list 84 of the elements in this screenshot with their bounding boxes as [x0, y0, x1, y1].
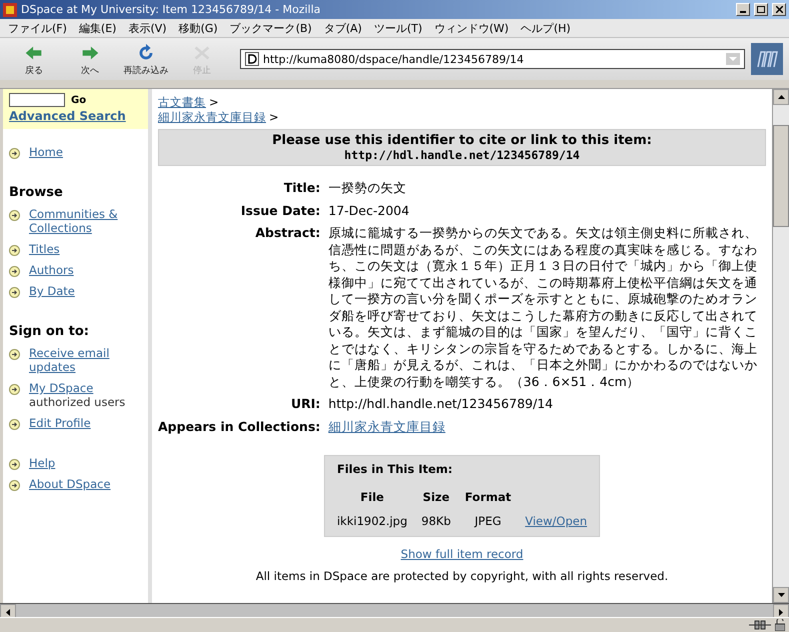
- sidebar-heading: Sign on to:: [9, 324, 90, 339]
- arrow-bullet-icon: [9, 245, 20, 256]
- maximize-button[interactable]: [754, 3, 768, 16]
- field-value: 一揆勢の矢文: [328, 180, 408, 196]
- handle-url: http://hdl.handle.net/123456789/14: [344, 148, 580, 162]
- menu-item[interactable]: ツール(T): [374, 20, 422, 36]
- field-value: 原城に籠城する一揆勢からの矢文である。矢文は領主側史料に所載され、信憑性に問題があるが、この矢文にはある程度の真実味を感じる。すなわち、この矢文は（寛永１５年）正月１３日の日付で「城内」から「御上使様御中」に宛てて出されているが、この時期幕府上使松平信綱は矢文を通して一揆方の言い分を聞くポーズを示すとともに、原城砲撃のためオランダ船を呼び寄せており、矢文はこうした幕府方の動きに反応して出されている。矢文は、まず籠城の目的は「国家」を望んだり、「国守」に背くことではなく、キリシタンの宗旨を守るためであるとする。しかるに、海上に「唐船」が見えるが、これは、「日本之外聞」にかかわるのではないかと、上使衆の行動を嘲笑する。（36．6×51．4cm）: [328, 225, 758, 390]
- scroll-right-icon[interactable]: [779, 608, 783, 616]
- window-title: DSpace at My University: Item 123456789/14 - Mozilla: [21, 3, 322, 16]
- toolbar-button[interactable]: 再読み込み: [118, 42, 174, 76]
- breadcrumb-link[interactable]: 細川家永青文庫目録: [158, 110, 266, 125]
- column-header: Format: [464, 490, 512, 504]
- field-value: http://hdl.handle.net/123456789/14: [328, 396, 554, 412]
- menu-item[interactable]: ウィンドウ(W): [434, 20, 509, 36]
- page-icon: [245, 52, 259, 66]
- breadcrumb-separator: >: [209, 95, 219, 110]
- address-field[interactable]: http://kuma8080/dspace/handle/123456789/14: [240, 49, 745, 69]
- sidebar-link[interactable]: Communities & Collections: [29, 207, 148, 235]
- scroll-up-icon[interactable]: [778, 95, 784, 99]
- field-label: Issue Date:: [240, 202, 320, 219]
- toolbar-button[interactable]: 戻る: [6, 42, 62, 76]
- files-title: Files in This Item:: [336, 462, 454, 476]
- connection-icon: [749, 620, 771, 630]
- table-cell: ikki1902.jpg: [336, 514, 408, 528]
- view-open-link[interactable]: View/Open: [525, 514, 587, 528]
- field-label: URI:: [290, 396, 320, 412]
- sidebar-link[interactable]: By Date: [29, 284, 75, 298]
- arrow-bullet-icon: [9, 459, 20, 470]
- maximize-icon: [757, 6, 765, 13]
- arrow-bullet-icon: [9, 480, 20, 491]
- vertical-scrollbar[interactable]: [772, 89, 789, 603]
- arrow-bullet-icon: [9, 349, 20, 360]
- sidebar-link[interactable]: About DSpace: [29, 477, 111, 491]
- sidebar-link[interactable]: Help: [29, 456, 56, 470]
- menu-item[interactable]: 表示(V): [128, 20, 167, 36]
- menu-item[interactable]: ヘルプ(H): [520, 20, 571, 36]
- scroll-thumb[interactable]: [773, 125, 789, 227]
- copyright-notice: All items in DSpace are protected by copyright, with all rights reserved.: [254, 569, 670, 583]
- menu-item[interactable]: タブ(A): [324, 20, 362, 36]
- menu-item[interactable]: ブックマーク(B): [230, 20, 312, 36]
- menu-item[interactable]: ファイル(F): [8, 20, 67, 36]
- logo-icon: [751, 43, 783, 75]
- sidebar-link[interactable]: Edit Profile: [29, 416, 91, 430]
- url-text: http://kuma8080/dspace/handle/123456789/14: [263, 52, 525, 66]
- breadcrumb-separator: >: [269, 110, 279, 125]
- arrow-bullet-icon: [9, 419, 20, 430]
- scroll-down-icon[interactable]: [778, 593, 784, 597]
- menu-item[interactable]: 移動(G): [178, 20, 218, 36]
- sidebar-link[interactable]: Authors: [29, 263, 74, 277]
- full-record-link[interactable]: Show full item record: [400, 547, 524, 561]
- close-icon: [776, 6, 782, 13]
- go-label[interactable]: Go: [71, 94, 86, 106]
- sidebar-note: authorized users: [29, 395, 126, 409]
- scroll-left-icon[interactable]: [6, 608, 10, 616]
- field-label: Title:: [282, 180, 320, 196]
- app-icon: [3, 2, 17, 16]
- arrow-bullet-icon: [9, 287, 20, 298]
- menu-item[interactable]: 編集(E): [78, 20, 116, 36]
- breadcrumb-link[interactable]: 古文書集: [158, 95, 206, 110]
- sidebar-link[interactable]: Titles: [29, 242, 60, 256]
- close-button[interactable]: [772, 3, 786, 16]
- search-field[interactable]: [9, 93, 65, 107]
- arrow-bullet-icon: [9, 266, 20, 277]
- table-cell-text: JPEG: [473, 514, 502, 528]
- sidebar-link[interactable]: Home: [29, 145, 63, 159]
- field-label: Appears in Collections:: [158, 418, 320, 435]
- arrow-bullet-icon: [9, 210, 20, 221]
- minimize-button[interactable]: [736, 3, 750, 16]
- sidebar-heading: Browse: [9, 185, 64, 200]
- horizontal-scrollbar[interactable]: [0, 603, 789, 617]
- arrow-bullet-icon: [9, 384, 20, 395]
- advanced-search-link[interactable]: Advanced Search: [9, 109, 142, 123]
- column-header: Size: [422, 490, 451, 504]
- toolbar-button[interactable]: 次へ: [62, 42, 118, 76]
- identifier-message: Please use this identifier to cite or link to this item:: [272, 133, 652, 148]
- lock-icon: [775, 619, 785, 631]
- sidebar-link[interactable]: My DSpace: [29, 381, 126, 395]
- sidebar-link[interactable]: Receive email updates: [29, 346, 148, 374]
- field-label: Abstract:: [254, 225, 320, 242]
- field-value: 17-Dec-2004: [328, 202, 410, 219]
- table-cell: 98Kb: [421, 514, 451, 528]
- column-header: File: [359, 490, 385, 504]
- arrow-bullet-icon: [9, 148, 20, 159]
- collection-link[interactable]: 細川家永青文庫目録: [328, 418, 446, 434]
